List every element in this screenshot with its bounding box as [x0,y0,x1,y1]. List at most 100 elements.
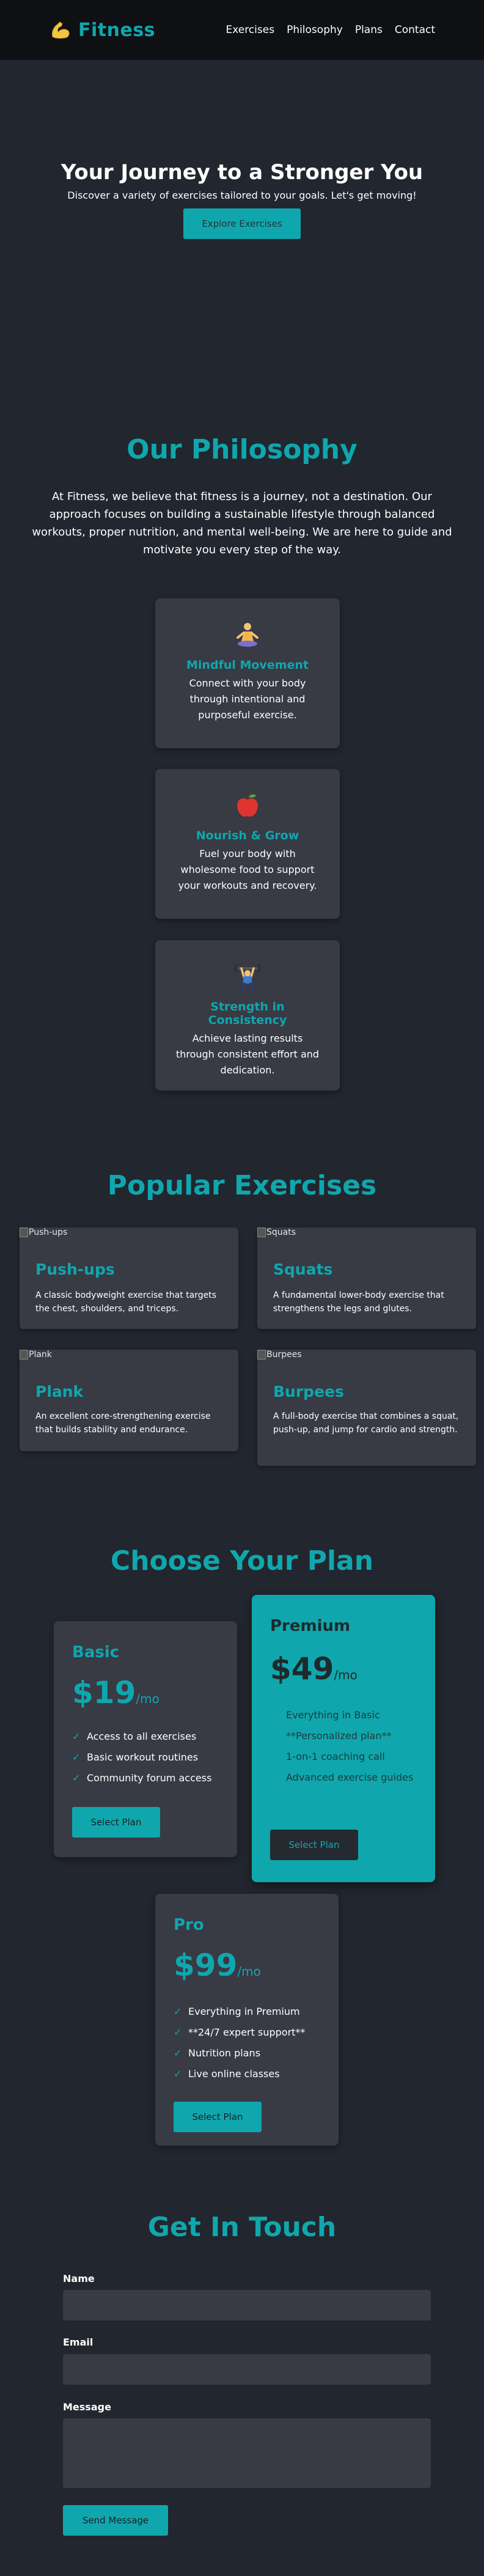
exercise-title: Plank [35,1383,84,1400]
broken-image-icon [20,1350,28,1360]
nav-link-plans[interactable]: Plans [355,24,383,36]
plan-features: Everything in Basic **Personalized plan*… [270,1705,423,1786]
apple-icon [237,792,258,817]
plan-feature: 1-on-1 coaching call [286,1751,385,1762]
card-title: Mindful Movement [186,658,309,672]
select-plan-button-basic[interactable]: Select Plan [72,1807,160,1838]
meditation-icon [237,623,258,647]
message-field[interactable] [63,2418,431,2488]
exercise-image-alt: Push-ups [29,1227,68,1237]
plan-feature: Advanced exercise guides [286,1772,414,1783]
check-icon: ✓ [174,2026,182,2038]
exercise-card[interactable]: Push-ups Push-ups A classic bodyweight e… [20,1227,238,1329]
exercise-card[interactable]: Squats Squats A fundamental lower-body e… [257,1227,476,1329]
name-label: Name [63,2273,95,2284]
hero-subtitle: Discover a variety of exercises tailored… [67,190,417,201]
plan-feature-text: Community forum access [87,1772,212,1784]
plan-price-amount: $49 [270,1651,334,1687]
plan-feature: ✓ **24/7 expert support** [174,2022,326,2043]
plan-card-premium: Premium $49/mo Everything in Basic **Per… [252,1595,435,1882]
card-text: Connect with your body through intention… [189,677,306,721]
plan-features: ✓ Everything in Premium ✓ **24/7 expert su… [174,2001,326,2085]
check-icon: ✓ [174,2047,182,2059]
card-text: Achieve lasting results through consiste… [175,1032,320,1076]
exercise-title: Squats [273,1260,333,1278]
main-nav: Exercises Philosophy Plans Contact [226,24,435,36]
brand-name: Fitness [78,19,156,41]
plan-feature-text: Live online classes [188,2068,280,2080]
check-icon: ✓ [72,1731,81,1742]
exercises-title: Popular Exercises [107,1170,377,1201]
plan-feature: Everything in Basic [286,1709,380,1721]
exercise-description: An excellent core-strengthening exercise… [35,1411,211,1435]
plans-title: Choose Your Plan [110,1545,374,1577]
plan-price-period: /mo [237,1964,261,1979]
card-title: Strength in Consistency [208,1000,287,1027]
nav-link-exercises[interactable]: Exercises [226,24,274,36]
email-field[interactable] [63,2354,431,2385]
card-text: Fuel your body with wholesome food to su… [178,848,317,891]
plan-feature-text: Access to all exercises [87,1731,197,1742]
plan-price-amount: $19 [72,1675,136,1710]
exercise-description: A classic bodyweight exercise that targe… [35,1290,217,1314]
plan-name: Basic [72,1643,120,1662]
plan-feature-text: Nutrition plans [188,2047,261,2059]
brand-logo[interactable]: Fitness [50,20,155,41]
email-label: Email [63,2336,94,2348]
broken-image-icon [20,1227,28,1237]
select-plan-button-pro[interactable]: Select Plan [174,2102,262,2132]
exercise-card[interactable]: Plank Plank An excellent core-strengthen… [20,1350,238,1451]
flexed-biceps-icon [52,21,70,39]
card-title: Nourish & Grow [196,829,299,842]
broken-image-icon [257,1350,266,1360]
check-icon: ✓ [174,2068,182,2080]
plan-name: Pro [174,1916,204,1934]
plan-feature: ✓ Basic workout routines [72,1747,225,1768]
exercise-image-placeholder: Squats [257,1227,296,1237]
philosophy-intro: At Fitness, we believe that fitness is a… [32,490,452,556]
exercise-image-placeholder: Plank [20,1350,52,1360]
site-header: Fitness Exercises Philosophy Plans Conta… [0,0,484,60]
exercise-description: A fundamental lower-body exercise that s… [273,1290,444,1314]
exercise-image-alt: Plank [29,1350,52,1360]
plan-price-amount: $99 [174,1948,238,1983]
plan-price: $49/mo [270,1651,358,1687]
plan-feature: ✓ Nutrition plans [174,2043,326,2064]
hero-title: Your Journey to a Stronger You [61,160,424,185]
philosophy-card: Strength in Consistency Achieve lasting … [155,940,340,1091]
plan-price: $99/mo [174,1948,261,1983]
plan-features: ✓ Access to all exercises ✓ Basic workout … [72,1726,225,1789]
plan-card-basic: Basic $19/mo ✓ Access to all exercises ✓ B… [54,1621,237,1857]
plan-price-period: /mo [136,1691,160,1706]
send-message-button[interactable]: Send Message [63,2505,168,2536]
exercise-title: Burpees [273,1383,344,1400]
broken-image-icon [257,1227,266,1237]
check-icon: ✓ [72,1772,81,1784]
exercise-card[interactable]: Burpees Burpees A full-body exercise tha… [257,1350,476,1466]
plan-name: Premium [270,1617,351,1635]
plan-feature: **Personalized plan** [286,1730,392,1742]
plan-card-pro: Pro $99/mo ✓ Everything in Premium ✓ **24/… [155,1894,339,2146]
contact-title: Get In Touch [147,2212,337,2243]
philosophy-card: Nourish & Grow Fuel your body with whole… [155,769,340,919]
message-label: Message [63,2401,111,2413]
check-icon: ✓ [174,2006,182,2017]
nav-link-philosophy[interactable]: Philosophy [287,24,343,36]
exercise-image-placeholder: Push-ups [20,1227,67,1237]
name-field[interactable] [63,2290,431,2320]
plan-feature: ✓ Community forum access [72,1768,225,1789]
exercise-description: A full-body exercise that combines a squ… [273,1411,459,1435]
select-plan-button-premium[interactable]: Select Plan [270,1830,358,1860]
exercise-image-placeholder: Burpees [257,1350,302,1360]
plan-feature: ✓ Everything in Premium [174,2001,326,2022]
weightlifter-icon [234,964,261,992]
plan-feature-text: **24/7 expert support** [188,2026,306,2038]
plan-feature-text: Everything in Premium [188,2006,300,2017]
check-icon: ✓ [72,1751,81,1763]
philosophy-title: Our Philosophy [127,434,358,465]
nav-link-contact[interactable]: Contact [395,24,435,36]
plan-feature: ✓ Live online classes [174,2064,326,2085]
hero-section: Your Journey to a Stronger You Discover … [0,160,484,239]
explore-exercises-button[interactable]: Explore Exercises [183,208,301,239]
philosophy-card: Mindful Movement Connect with your body … [155,598,340,748]
